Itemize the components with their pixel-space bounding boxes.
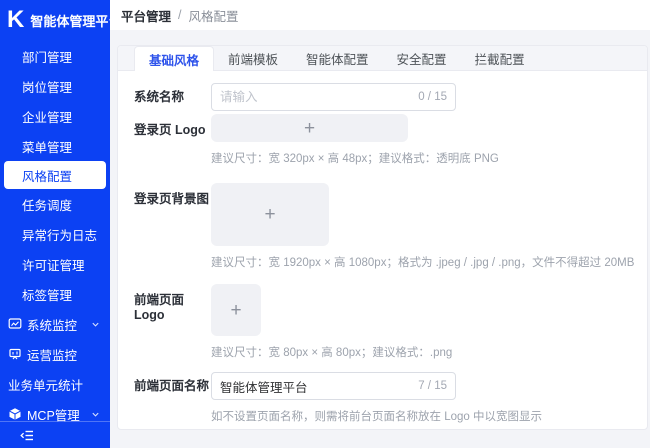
system-name-label: 系统名称 <box>134 83 211 111</box>
cube-icon <box>8 407 22 421</box>
login-bg-hint: 建议尺寸：宽 1920px × 高 1080px；格式为 .jpeg / .jp… <box>211 254 634 270</box>
front-logo-hint: 建议尺寸：宽 80px × 高 80px；建议格式：.png <box>211 344 452 360</box>
login-bg-label: 登录页背景图 <box>134 183 211 270</box>
breadcrumb-section[interactable]: 平台管理 <box>121 6 171 25</box>
front-name-counter: 7 / 15 <box>418 380 447 392</box>
tab-basic-style[interactable]: 基础风格 <box>134 46 214 71</box>
app-brand: K 智能体管理平台 <box>0 0 110 37</box>
front-name-input[interactable] <box>220 379 412 393</box>
form-row-login-bg: 登录页背景图 + 建议尺寸：宽 1920px × 高 1080px；格式为 .j… <box>134 183 647 270</box>
presentation-board-icon <box>8 347 22 361</box>
sidebar-item-menus[interactable]: 菜单管理 <box>0 131 110 161</box>
plus-icon: + <box>230 301 241 320</box>
login-bg-upload[interactable]: + <box>211 183 329 246</box>
sidebar-item-task-scheduling[interactable]: 任务调度 <box>0 189 110 219</box>
sidebar-item-abnormal-behavior-log[interactable]: 异常行为日志 <box>0 219 110 249</box>
front-logo-upload[interactable]: + <box>211 284 261 336</box>
form-row-login-logo: 登录页 Logo + 建议尺寸：宽 320px × 高 48px；建议格式：透明… <box>134 114 647 166</box>
sidebar-item-license[interactable]: 许可证管理 <box>0 249 110 279</box>
form-row-front-logo: 前端页面 Logo + 建议尺寸：宽 80px × 高 80px；建议格式：.p… <box>134 284 647 360</box>
login-logo-label: 登录页 Logo <box>134 114 211 166</box>
form-row-front-name: 前端页面名称 7 / 15 如不设置页面名称，则需将前台页面名称放在 Logo … <box>134 372 647 424</box>
sidebar-item-positions[interactable]: 岗位管理 <box>0 71 110 101</box>
sidebar-menu: 部门管理 岗位管理 企业管理 菜单管理 风格配置 任务调度 异常行为日志 许可证… <box>0 41 110 429</box>
sidebar-item-business-unit-stats[interactable]: 业务单元统计 <box>0 369 110 399</box>
front-logo-label: 前端页面 Logo <box>134 284 211 360</box>
sidebar-footer <box>0 421 110 448</box>
plus-icon: + <box>264 205 275 224</box>
system-name-counter: 0 / 15 <box>418 91 447 103</box>
sidebar-item-departments[interactable]: 部门管理 <box>0 41 110 71</box>
sidebar: K 智能体管理平台 部门管理 岗位管理 企业管理 菜单管理 风格配置 任务调度 … <box>0 0 110 448</box>
workarea: 基础风格 前端模板 智能体配置 安全配置 拦截配置 系统名称 0 / 15 <box>110 30 650 448</box>
plus-icon: + <box>304 119 315 138</box>
sidebar-item-system-monitor[interactable]: 系统监控 <box>0 309 110 339</box>
monitor-chart-icon <box>8 317 22 331</box>
app-title: 智能体管理平台 <box>30 11 121 30</box>
system-name-input[interactable] <box>220 90 412 104</box>
menu-fold-icon[interactable] <box>20 429 34 442</box>
chevron-down-icon <box>91 320 100 329</box>
main-area: 平台管理 / 风格配置 基础风格 前端模板 智能体配置 安全配置 拦截配置 系统… <box>110 0 650 448</box>
style-config-card: 基础风格 前端模板 智能体配置 安全配置 拦截配置 系统名称 0 / 15 <box>117 45 648 430</box>
form-row-system-name: 系统名称 0 / 15 <box>134 83 647 111</box>
front-name-label: 前端页面名称 <box>134 372 211 424</box>
breadcrumb-current: 风格配置 <box>189 6 239 25</box>
tab-frontend-template[interactable]: 前端模板 <box>214 46 292 70</box>
system-name-inputbox: 0 / 15 <box>211 83 456 111</box>
front-name-hint: 如不设置页面名称，则需将前台页面名称放在 Logo 中以宽图显示 <box>211 408 542 424</box>
tab-intercept-config[interactable]: 拦截配置 <box>461 46 539 70</box>
front-name-inputbox: 7 / 15 <box>211 372 456 400</box>
app-logo: K <box>7 7 23 33</box>
breadcrumb: 平台管理 / 风格配置 <box>110 0 650 30</box>
basic-style-form: 系统名称 0 / 15 登录页 Logo + <box>118 71 647 429</box>
tab-security-config[interactable]: 安全配置 <box>383 46 461 70</box>
tab-bar: 基础风格 前端模板 智能体配置 安全配置 拦截配置 <box>118 46 647 71</box>
tab-agent-config[interactable]: 智能体配置 <box>292 46 383 70</box>
chevron-down-icon <box>91 410 100 419</box>
sidebar-item-enterprises[interactable]: 企业管理 <box>0 101 110 131</box>
breadcrumb-separator: / <box>178 8 181 22</box>
login-logo-upload[interactable]: + <box>211 114 408 142</box>
sidebar-item-operation-monitor[interactable]: 运营监控 <box>0 339 110 369</box>
login-logo-hint: 建议尺寸：宽 320px × 高 48px；建议格式：透明底 PNG <box>211 150 499 166</box>
sidebar-item-tags[interactable]: 标签管理 <box>0 279 110 309</box>
sidebar-item-style-config[interactable]: 风格配置 <box>4 161 106 189</box>
